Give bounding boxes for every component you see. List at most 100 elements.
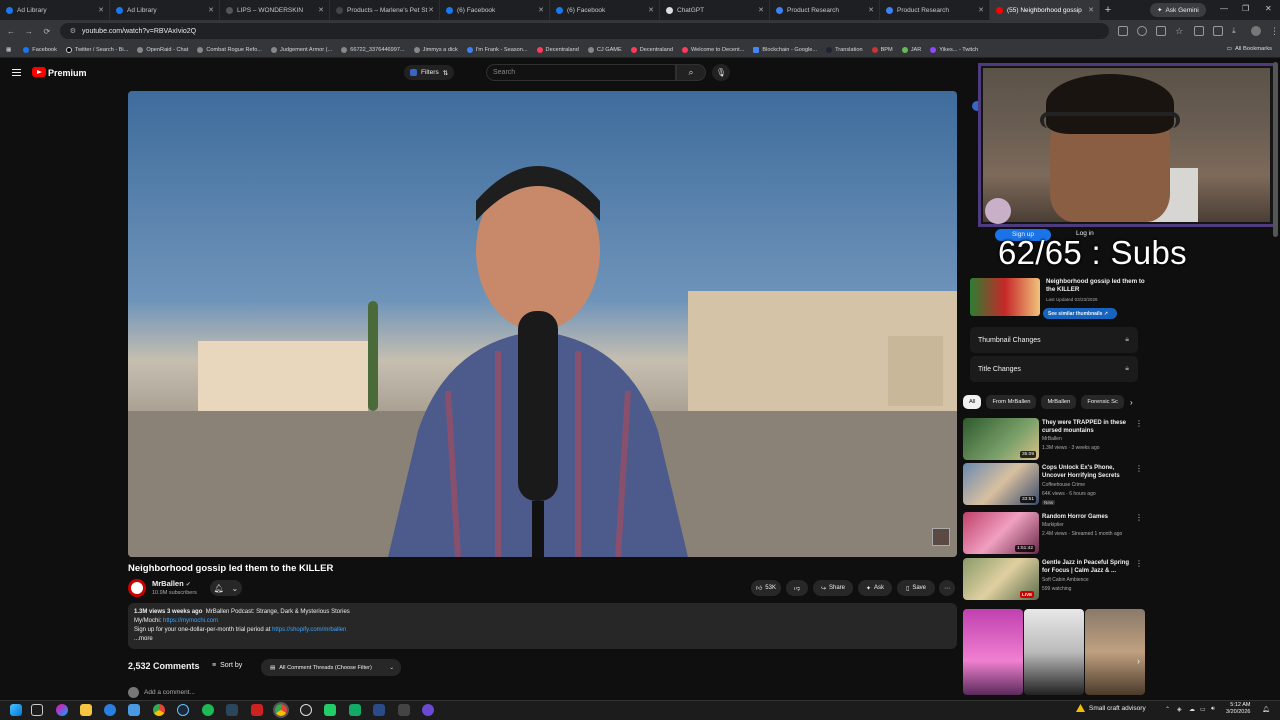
browser-tab[interactable]: Product Research ✕ — [880, 0, 990, 20]
close-tab-icon[interactable]: ✕ — [868, 6, 874, 14]
system-clock[interactable]: 5:12 AM 3/20/2026 — [1226, 702, 1250, 716]
all-bookmarks-button[interactable]: ▭ All Bookmarks — [1226, 46, 1272, 52]
ask-button[interactable]: ✦ Ask — [858, 580, 892, 596]
forward-icon[interactable]: → — [22, 27, 36, 36]
app-icon[interactable] — [398, 704, 410, 716]
filters-button[interactable]: Filters ⇅ — [404, 65, 455, 80]
apps-icon[interactable]: ▦ — [6, 47, 11, 53]
photos-icon[interactable] — [104, 704, 116, 716]
show-more-button[interactable]: ...more — [134, 635, 951, 644]
steam-icon[interactable] — [226, 704, 238, 716]
chip-forensic[interactable]: Forensic Sc — [1081, 395, 1124, 409]
weather-widget[interactable]: Small craft advisory — [1076, 704, 1146, 712]
description-link[interactable]: https://mymochi.com — [163, 618, 218, 624]
browser-tab[interactable]: LIPS – WONDERSKIN ✕ — [220, 0, 330, 20]
close-tab-icon[interactable]: ✕ — [648, 6, 654, 14]
bookmark-item[interactable]: OpenRaid - Chat — [137, 46, 188, 53]
description-link[interactable]: https://shopify.com/mrballen — [272, 627, 346, 633]
microphone-icon[interactable]: 🎙 — [712, 64, 730, 81]
app-icon[interactable] — [251, 704, 263, 716]
chrome-active-icon[interactable] — [273, 702, 289, 718]
bookmark-item[interactable]: Decentraland — [536, 46, 579, 53]
monitor-icon[interactable]: ▭ — [1200, 706, 1206, 713]
bookmark-item[interactable]: Decentraland — [630, 46, 673, 53]
hamburger-menu-icon[interactable] — [12, 69, 21, 76]
recommended-video[interactable]: 35:09 They were TRAPPED in these cursed … — [963, 418, 1145, 462]
share-button[interactable]: ↪ Share — [813, 580, 853, 596]
bookmark-star-icon[interactable]: ☆ — [1175, 26, 1185, 36]
close-window-icon[interactable]: ✕ — [1265, 4, 1272, 13]
comment-filter-dropdown[interactable]: ▤ All Comment Threads (Choose Filter) ⌄ — [261, 659, 401, 676]
video-description[interactable]: 1.3M views 3 weeks ago MrBallen Podcast:… — [128, 603, 957, 649]
save-button[interactable]: ▯ Save — [897, 580, 935, 596]
task-view-icon[interactable] — [31, 704, 43, 716]
short-thumbnail[interactable] — [963, 609, 1023, 695]
ask-gemini-button[interactable]: ✦ Ask Gemini — [1150, 3, 1206, 17]
close-tab-icon[interactable]: ✕ — [978, 6, 984, 14]
bookmark-item[interactable]: I'm Frank - Season... — [466, 46, 528, 53]
browser-tab[interactable]: Product Research ✕ — [770, 0, 880, 20]
browser-tab-active[interactable]: (55) Neighborhood gossip ✕ — [990, 0, 1100, 20]
title-changes-row[interactable]: Title Changes 🔒︎ — [970, 356, 1138, 382]
url-input[interactable]: ⚙ youtube.com/watch?v=RBVAxIvio2Q — [59, 23, 1110, 39]
obs-icon[interactable] — [300, 704, 312, 716]
bookmark-item[interactable]: 66722_3376446997... — [341, 46, 405, 53]
network-icon[interactable]: ◈ — [1177, 706, 1182, 713]
bookmark-item[interactable]: Translation — [826, 46, 863, 53]
more-vertical-icon[interactable]: ⋮ — [1135, 419, 1143, 428]
volume-icon[interactable]: 🔊︎ — [1211, 706, 1215, 713]
cast-icon[interactable] — [1118, 26, 1129, 36]
like-button[interactable]: 👍︎ 53K — [751, 580, 781, 596]
close-tab-icon[interactable]: ✕ — [1088, 6, 1094, 14]
bookmark-item[interactable]: Jimmys a dick — [413, 46, 458, 53]
download-icon[interactable]: ⤓ — [1232, 26, 1242, 36]
bookmark-item[interactable]: Blockchain - Google... — [753, 46, 817, 53]
youtube-premium-logo[interactable]: Premium — [48, 68, 87, 78]
more-vertical-icon[interactable]: ⋮ — [1135, 464, 1143, 473]
scrollbar[interactable] — [1273, 62, 1278, 237]
thumbnail-preview[interactable] — [970, 278, 1040, 316]
share-icon[interactable] — [1156, 26, 1167, 36]
browser-tab[interactable]: (6) Facebook ✕ — [440, 0, 550, 20]
search-input[interactable]: Search — [486, 64, 676, 81]
bookmark-item[interactable]: Combat Rogue Refo... — [197, 46, 262, 53]
file-explorer-icon[interactable] — [80, 704, 92, 716]
bookmark-item[interactable]: Twitter / Search - Bi... — [65, 46, 128, 53]
browser-tab[interactable]: Ad Library ✕ — [0, 0, 110, 20]
browser-tab[interactable]: Ad Library ✕ — [110, 0, 220, 20]
app-icon[interactable] — [324, 704, 336, 716]
channel-watermark[interactable] — [932, 528, 950, 546]
minimize-icon[interactable]: — — [1220, 4, 1228, 13]
site-info-icon[interactable]: ⚙ — [70, 27, 76, 35]
recommended-video[interactable]: LIVE Gentle Jazz in Peaceful Spring for … — [963, 558, 1145, 602]
copilot-icon[interactable] — [56, 704, 68, 716]
bookmark-item[interactable]: Facebook — [23, 46, 57, 53]
bookmark-item[interactable]: Welcome to Decent... — [681, 46, 744, 53]
video-player[interactable] — [128, 91, 957, 557]
chip-mrballen[interactable]: MrBallen — [1041, 395, 1077, 409]
channel-name[interactable]: MrBallen ✔ — [152, 579, 191, 588]
notifications-button[interactable]: 🔔︎ ⌄ — [210, 580, 242, 596]
steam-icon[interactable] — [177, 704, 189, 716]
more-vertical-icon[interactable]: ⋮ — [1135, 559, 1143, 568]
extensions-icon[interactable] — [1194, 26, 1205, 36]
spotify-icon[interactable] — [202, 704, 214, 716]
browser-menu-icon[interactable]: ⋮ — [1270, 26, 1280, 36]
more-actions-button[interactable]: ⋯ — [939, 580, 955, 596]
add-comment-input[interactable]: Add a comment... — [144, 689, 195, 696]
close-tab-icon[interactable]: ✕ — [758, 6, 764, 14]
notification-icon[interactable]: 🔔︎ — [1262, 706, 1270, 713]
youtube-logo-icon[interactable] — [32, 67, 46, 77]
store-icon[interactable] — [128, 704, 140, 716]
browser-tab[interactable]: ChatGPT ✕ — [660, 0, 770, 20]
bookmark-item[interactable]: JAR — [901, 46, 921, 53]
chrome-icon[interactable] — [153, 704, 165, 716]
more-vertical-icon[interactable]: ⋮ — [1135, 513, 1143, 522]
close-tab-icon[interactable]: ✕ — [98, 6, 104, 14]
browser-tab[interactable]: Products – Marlene's Pet St ✕ — [330, 0, 440, 20]
short-thumbnail[interactable] — [1085, 609, 1145, 695]
chevron-right-icon[interactable]: › — [1130, 398, 1133, 407]
sort-by-button[interactable]: ≡ Sort by — [212, 662, 242, 669]
chevron-right-icon[interactable]: › — [1137, 656, 1140, 666]
back-icon[interactable]: ← — [4, 27, 18, 36]
